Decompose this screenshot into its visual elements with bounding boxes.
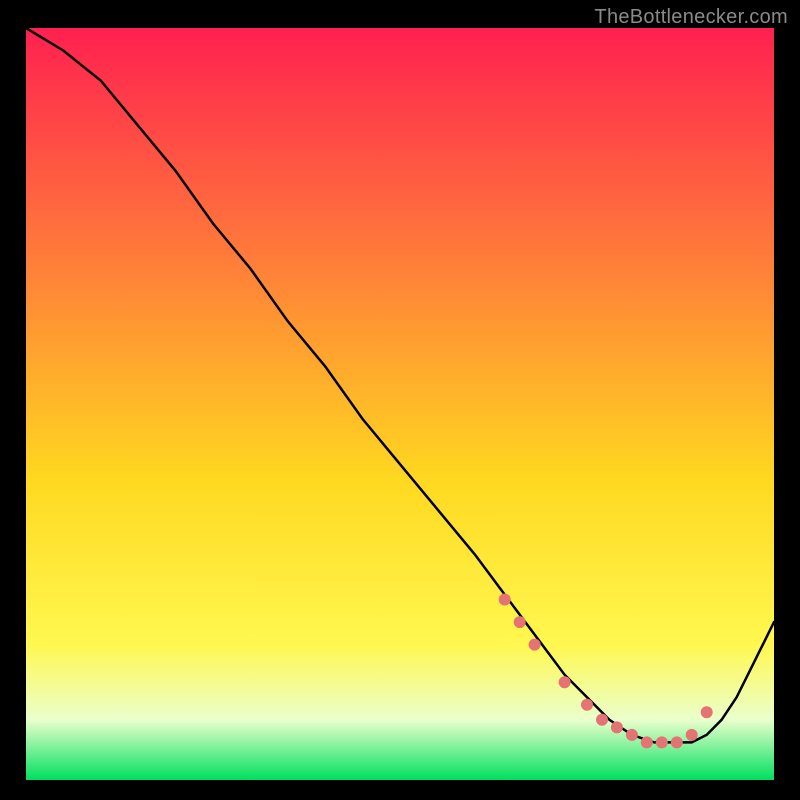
chart-container xyxy=(26,28,774,780)
highlighted-point xyxy=(581,699,593,711)
highlighted-point xyxy=(641,736,653,748)
highlighted-point xyxy=(626,729,638,741)
highlighted-point xyxy=(701,706,713,718)
highlighted-point xyxy=(529,639,541,651)
highlighted-point xyxy=(559,676,571,688)
highlighted-point xyxy=(499,594,511,606)
highlighted-point xyxy=(596,714,608,726)
highlighted-point xyxy=(671,736,683,748)
highlighted-point xyxy=(611,721,623,733)
highlighted-point xyxy=(686,729,698,741)
highlighted-point xyxy=(514,616,526,628)
gradient-background xyxy=(26,28,774,780)
highlighted-point xyxy=(656,736,668,748)
attribution-text: TheBottlenecker.com xyxy=(594,6,788,29)
bottleneck-chart xyxy=(26,28,774,780)
